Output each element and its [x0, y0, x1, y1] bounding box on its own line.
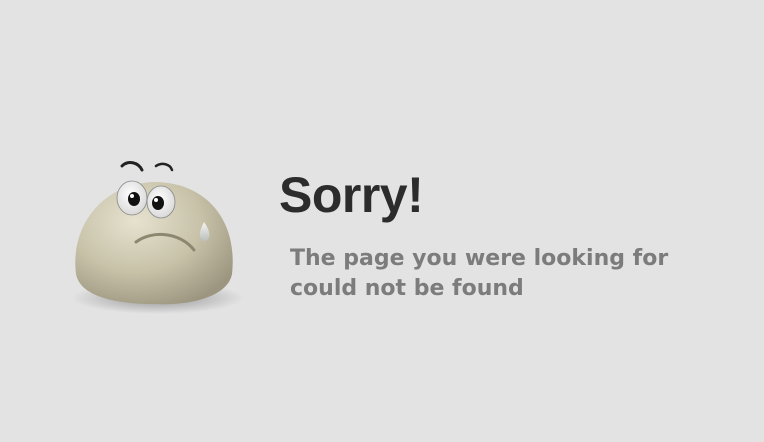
error-message: The page you were looking for could not … [290, 244, 730, 304]
error-message-line-1: The page you were looking for [290, 246, 669, 271]
error-page: Sorry! The page you were looking for cou… [0, 0, 764, 442]
error-heading: Sorry! [279, 167, 424, 223]
sad-face-icon [72, 161, 244, 314]
error-message-line-2: could not be found [290, 276, 524, 301]
